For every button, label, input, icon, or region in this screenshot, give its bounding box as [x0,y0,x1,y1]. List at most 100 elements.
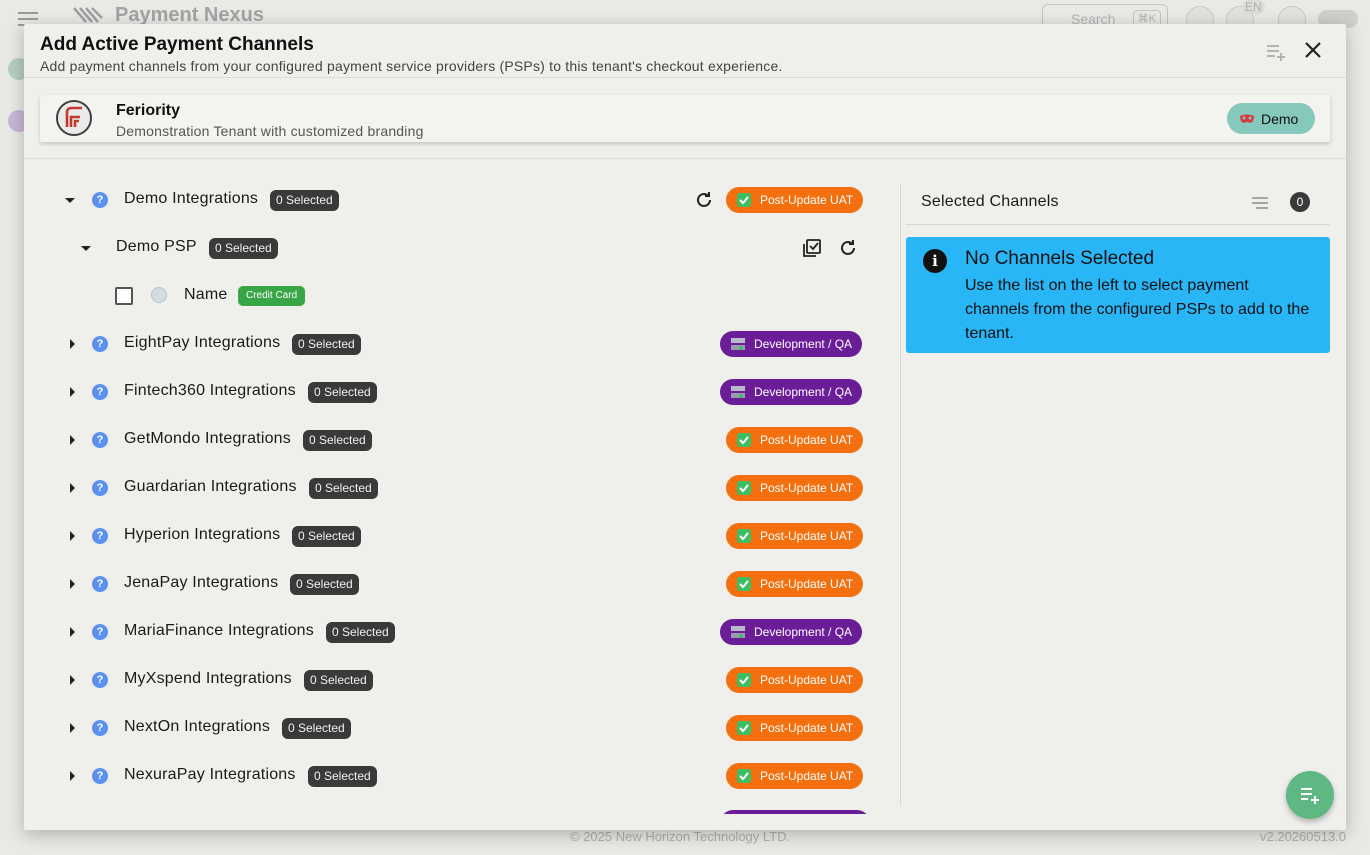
add-channels-fab[interactable] [1286,771,1334,819]
sidebar [0,40,30,640]
tenant-description: Demonstration Tenant with customized bra… [116,123,424,139]
group-label: EightPay Integrations [124,334,281,351]
check-server-icon [737,481,751,495]
help-icon[interactable]: ? [92,624,108,640]
help-icon[interactable]: ? [92,576,108,592]
tree-group[interactable]: ? MyXspend Integrations 0 Selected Post-Upd… [24,656,894,704]
alert-text: Use the list on the left to select payme… [965,277,1310,342]
caret-right-icon[interactable] [66,578,78,590]
caret-right-icon[interactable] [66,530,78,542]
check-server-icon [737,577,751,591]
tree-group[interactable]: ? NexuraPay Integrations 0 Selected Post-Up… [24,752,894,800]
environment-label: Post-Update UAT [760,481,854,495]
no-channels-alert: i No Channels Selected Use the list on t… [906,237,1330,353]
environment-label: Post-Update UAT [760,769,854,783]
selected-count-chip: 0 Selected [282,718,351,739]
caret-down-icon[interactable] [64,194,76,206]
sort-icon[interactable] [1251,195,1269,211]
environment-chip: Post-Update UAT [726,475,864,501]
group-label: GetMondo Integrations [124,430,291,447]
alert-title: No Channels Selected [965,248,1155,269]
group-label: NexuraPay Integrations [124,766,296,783]
dialog-title: Add Active Payment Channels [40,34,314,55]
add-channels-dialog: Add Active Payment Channels Add payment … [24,24,1346,830]
tree-group[interactable]: ? GetMondo Integrations 0 Selected Post-Upd… [24,416,894,464]
caret-right-icon[interactable] [66,386,78,398]
help-icon[interactable]: ? [92,528,108,544]
check-server-icon [737,769,751,783]
divider [24,158,1346,159]
selected-count-chip: 0 Selected [326,622,395,643]
environment-chip: Post-Update UAT [726,715,864,741]
channel-checkbox[interactable] [115,287,133,305]
group-label: NextOn Integrations [124,718,271,735]
help-icon[interactable]: ? [92,480,108,496]
tree-group[interactable]: ? JenaPay Integrations 0 Selected Post-Upda… [24,560,894,608]
close-icon[interactable] [1302,39,1324,61]
caret-right-icon[interactable] [66,674,78,686]
selected-count-chip: 0 Selected [290,574,359,595]
check-server-icon [737,193,751,207]
tree-group[interactable]: ? Guardarian Integrations 0 Selected Post-U… [24,464,894,512]
group-label: JenaPay Integrations [124,574,279,591]
help-icon[interactable]: ? [92,336,108,352]
tree-group[interactable]: ? EightPay Integrations 0 Selected Developm… [24,320,894,368]
tree-psp-demo-psp[interactable]: Demo PSP 0 Selected [24,224,894,272]
tenant-logo-icon [56,100,92,136]
check-server-icon [737,721,751,735]
channel-type-chip: Credit Card [238,286,306,306]
tree-group[interactable]: ? Fintech360 Integrations 0 Selected Develo… [24,368,894,416]
tenant-mode-chip: Demo [1227,103,1315,134]
tree-group[interactable]: ? MariaFinance Integrations 0 Selected Deve… [24,608,894,656]
group-label: MariaFinance Integrations [124,622,314,639]
psp-label: Demo PSP [116,238,197,255]
group-label: Demo Integrations [124,190,259,207]
caret-right-icon[interactable] [66,434,78,446]
tree-group[interactable]: ? Hyperion Integrations 0 Selected Post-Upd… [24,512,894,560]
selected-count-chip: 0 Selected [209,238,278,259]
selected-count-chip: 0 Selected [309,478,378,499]
help-icon[interactable]: ? [92,720,108,736]
tree-group-demo-integrations[interactable]: ? Demo Integrations 0 Selected Post-Upda… [24,176,894,224]
environment-chip: Post-Update UAT [726,571,864,597]
playlist-add-icon[interactable] [1264,40,1288,64]
environment-chip [720,810,870,814]
selected-count-chip: 0 Selected [308,766,377,787]
brand-logo-icon [72,4,104,26]
server-icon [731,338,745,350]
refresh-icon[interactable] [837,237,859,259]
selected-count-chip: 0 Selected [270,190,339,211]
info-icon: i [923,249,947,273]
help-icon[interactable]: ? [92,432,108,448]
check-server-icon [737,433,751,447]
select-all-icon[interactable] [801,237,823,259]
selected-channels-title: Selected Channels [921,193,1059,210]
mask-icon [1240,114,1254,123]
caret-right-icon[interactable] [66,338,78,350]
caret-down-icon[interactable] [80,242,92,254]
environment-chip: Post-Update UAT [726,667,864,693]
help-icon[interactable]: ? [92,384,108,400]
group-label: Fintech360 Integrations [124,382,296,399]
help-icon[interactable]: ? [92,768,108,784]
environment-label: Post-Update UAT [760,577,854,591]
caret-right-icon[interactable] [66,770,78,782]
environment-chip: Development / QA [720,379,863,405]
refresh-icon[interactable] [693,189,715,211]
environment-label: Post-Update UAT [760,433,854,447]
environment-label: Post-Update UAT [760,721,854,735]
tree-group[interactable]: ? NextOn Integrations 0 Selected Post-Updat… [24,704,894,752]
server-icon [731,626,745,638]
language-badge: EN [1242,0,1265,14]
caret-right-icon[interactable] [66,626,78,638]
help-icon[interactable]: ? [92,192,108,208]
channel-row[interactable]: Name Credit Card [24,272,894,320]
caret-right-icon[interactable] [66,482,78,494]
selected-count-chip: 0 Selected [303,430,372,451]
selected-count-badge: 0 [1290,192,1310,212]
caret-right-icon[interactable] [66,722,78,734]
check-server-icon [737,673,751,687]
environment-chip: Post-Update UAT [726,523,864,549]
help-icon[interactable]: ? [92,672,108,688]
selected-channels-header: Selected Channels 0 [906,184,1330,225]
